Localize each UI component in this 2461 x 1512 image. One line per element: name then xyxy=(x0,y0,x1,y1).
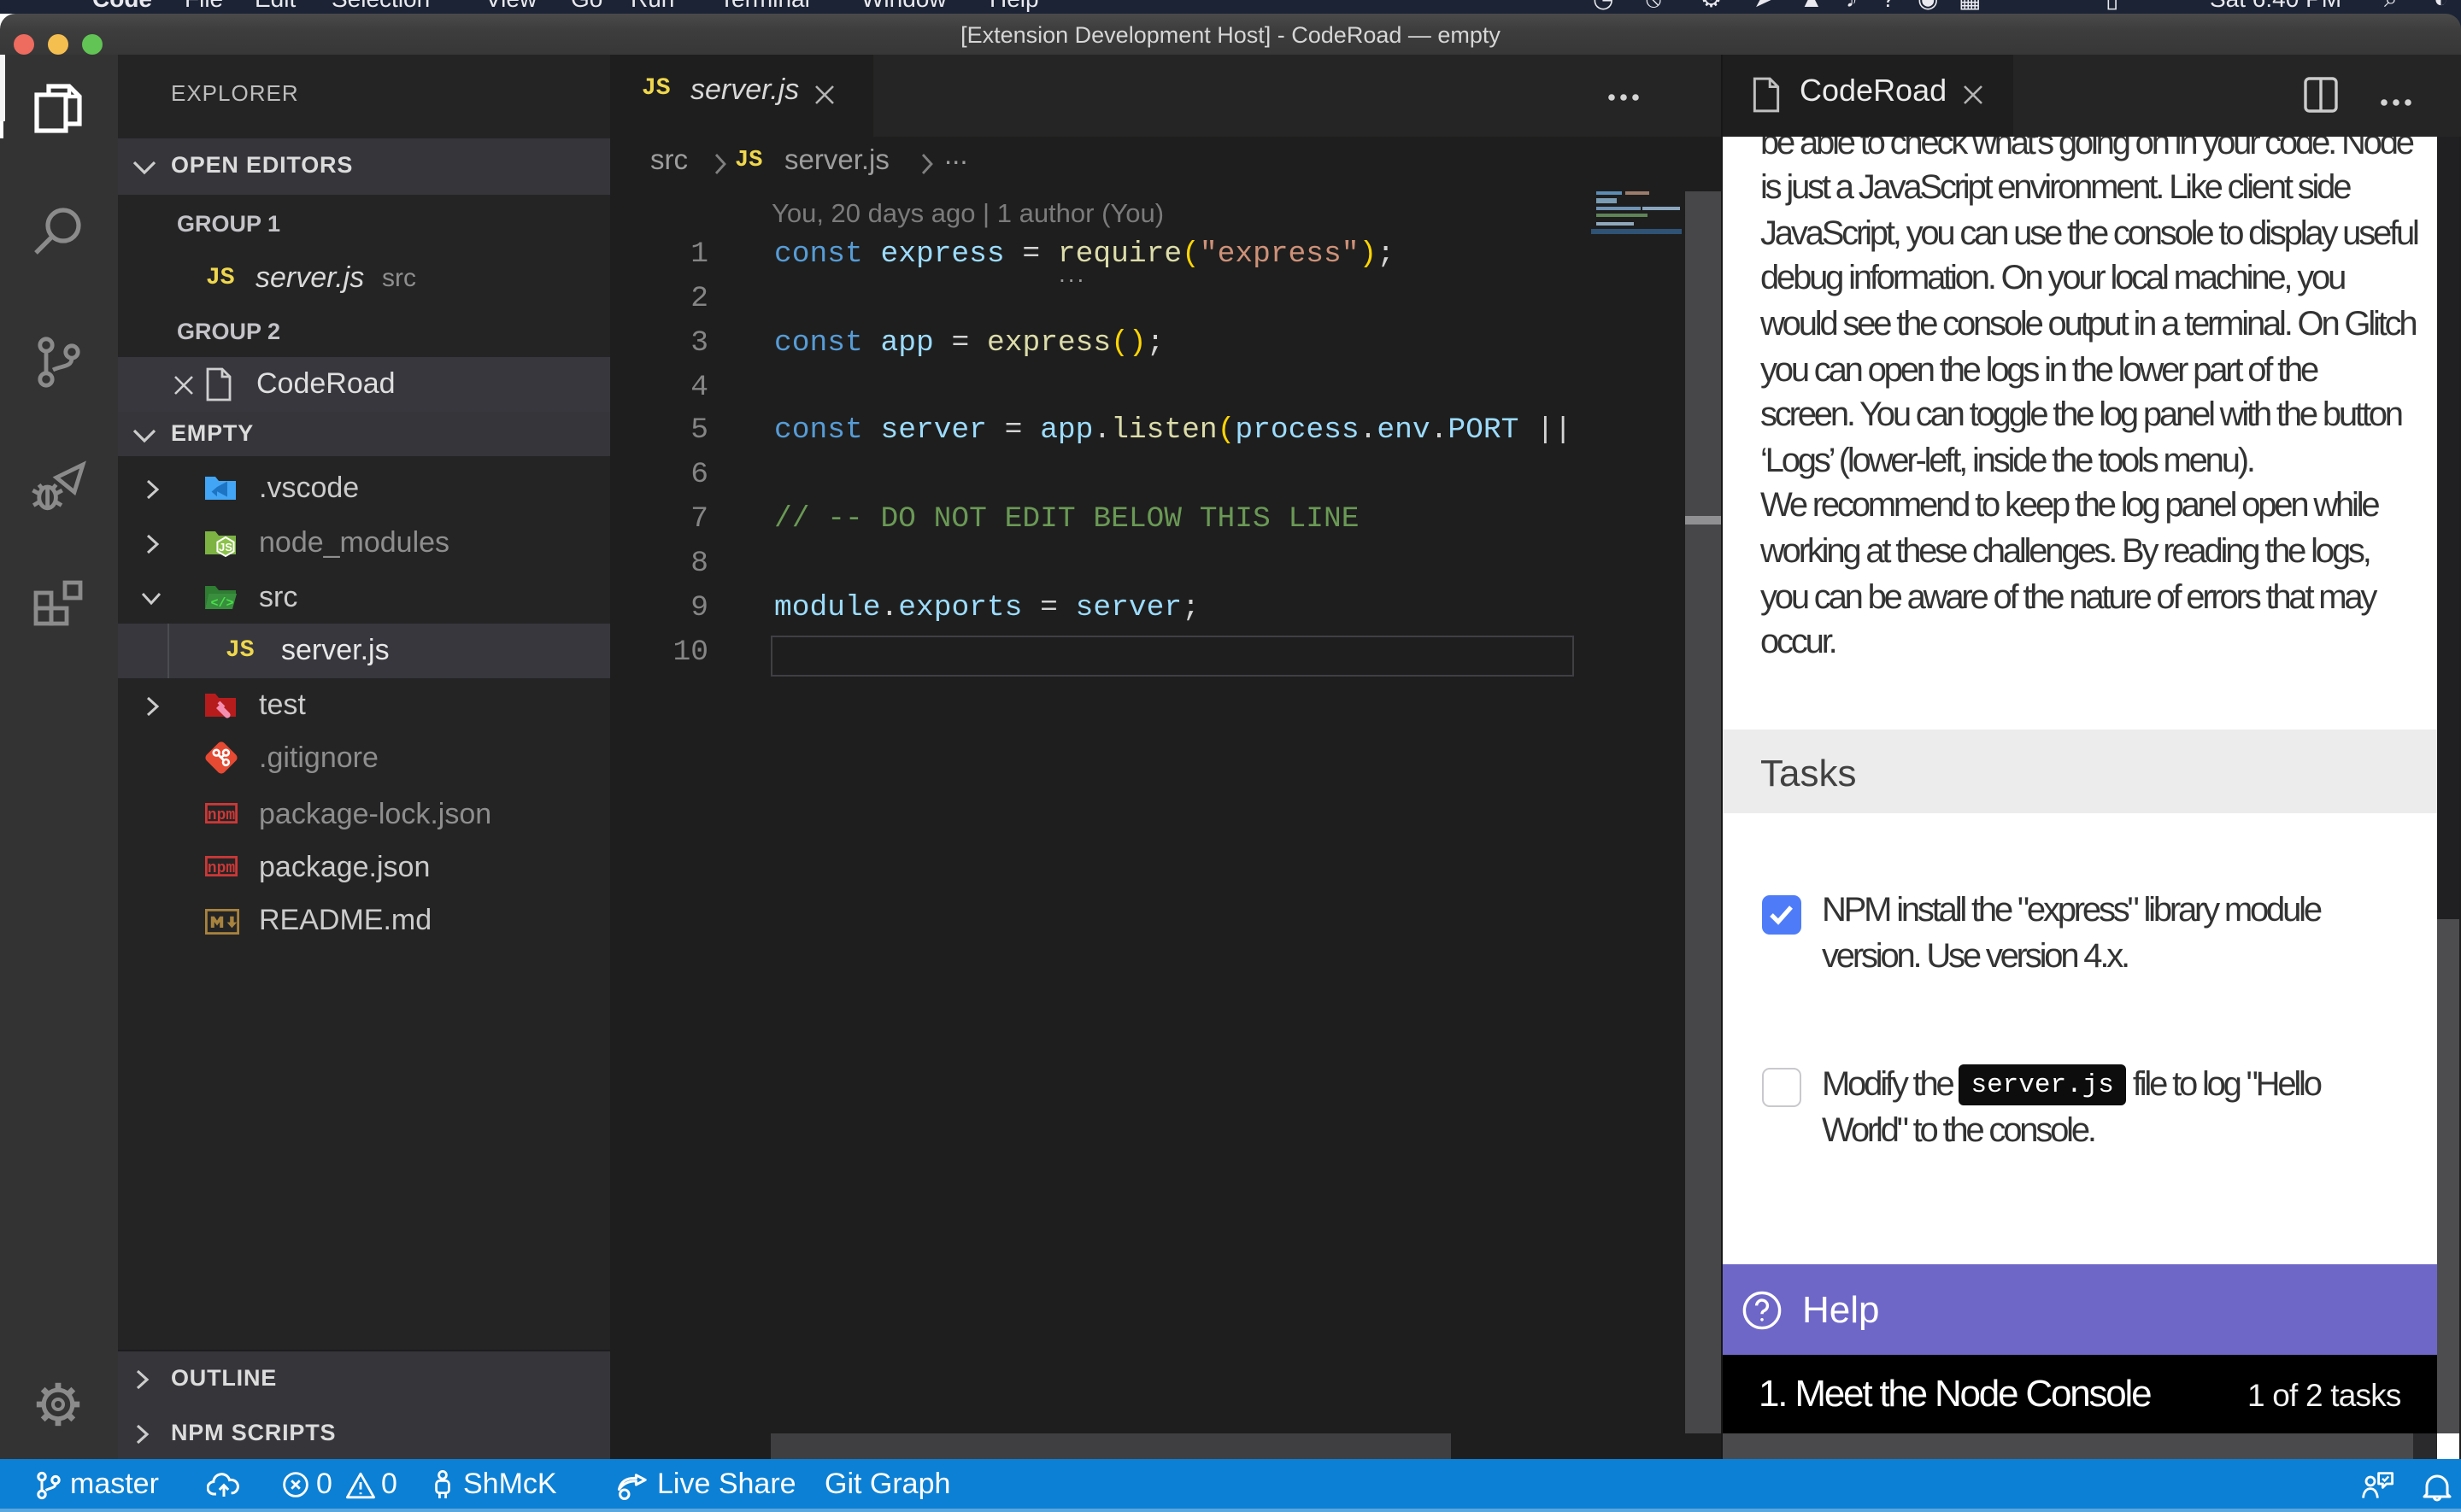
svg-text:npm: npm xyxy=(208,859,236,876)
svg-text:npm: npm xyxy=(208,806,236,823)
svg-text:</>: </> xyxy=(210,595,233,610)
svg-text:JS: JS xyxy=(219,540,232,553)
